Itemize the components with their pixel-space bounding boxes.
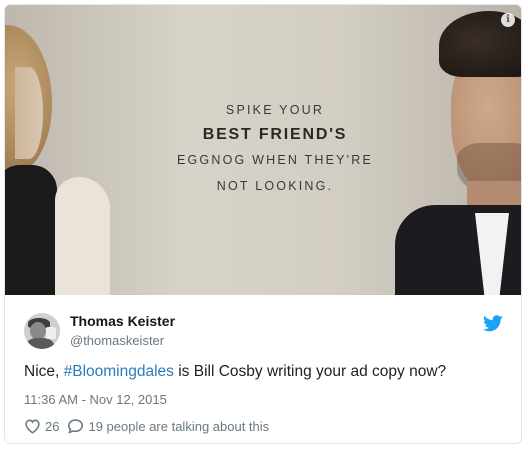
like-action[interactable]: 26 <box>24 418 59 434</box>
conversation-action[interactable]: 19 people are talking about this <box>67 418 269 434</box>
woman-face <box>15 67 43 159</box>
ad-copy: SPIKE YOUR BEST FRIEND'S EGGNOG WHEN THE… <box>155 97 395 199</box>
ad-line-1: SPIKE YOUR <box>225 103 325 117</box>
ad-line-4: NOT LOOKING. <box>216 179 334 193</box>
tweet-body: Thomas Keister @thomaskeister Nice, #Blo… <box>5 295 521 443</box>
avatar[interactable] <box>24 313 60 349</box>
tweet-timestamp[interactable]: 11:36 AM - Nov 12, 2015 <box>24 392 167 407</box>
like-count: 26 <box>45 418 60 434</box>
woman-shoulder <box>55 177 110 295</box>
heart-icon <box>25 419 40 434</box>
ad-line-2: BEST FRIEND'S <box>202 126 348 143</box>
tweet-actions: 26 19 people are talking about this <box>24 416 277 436</box>
tweet-text: Nice, #Bloomingdales is Bill Cosby writi… <box>24 363 446 381</box>
tweet-text-after: is Bill Cosby writing your ad copy now? <box>173 363 447 380</box>
user-handle[interactable]: @thomaskeister <box>70 333 164 348</box>
woman-dress <box>5 165 57 295</box>
reply-bubble-icon <box>68 419 84 434</box>
twitter-bird-icon[interactable] <box>483 315 503 332</box>
talking-count-text: 19 people are talking about this <box>88 418 270 434</box>
avatar-body <box>26 338 54 349</box>
tweet-media-image[interactable]: SPIKE YOUR BEST FRIEND'S EGGNOG WHEN THE… <box>5 5 521 295</box>
tweet-text-before: Nice, <box>24 363 64 380</box>
info-icon[interactable]: i <box>501 13 515 27</box>
hashtag-link[interactable]: #Bloomingdales <box>64 363 174 380</box>
embedded-tweet-card: SPIKE YOUR BEST FRIEND'S EGGNOG WHEN THE… <box>4 4 522 444</box>
avatar-cup <box>46 327 56 339</box>
ad-line-3: EGGNOG WHEN THEY'RE <box>176 153 374 167</box>
user-display-name[interactable]: Thomas Keister <box>70 313 175 329</box>
